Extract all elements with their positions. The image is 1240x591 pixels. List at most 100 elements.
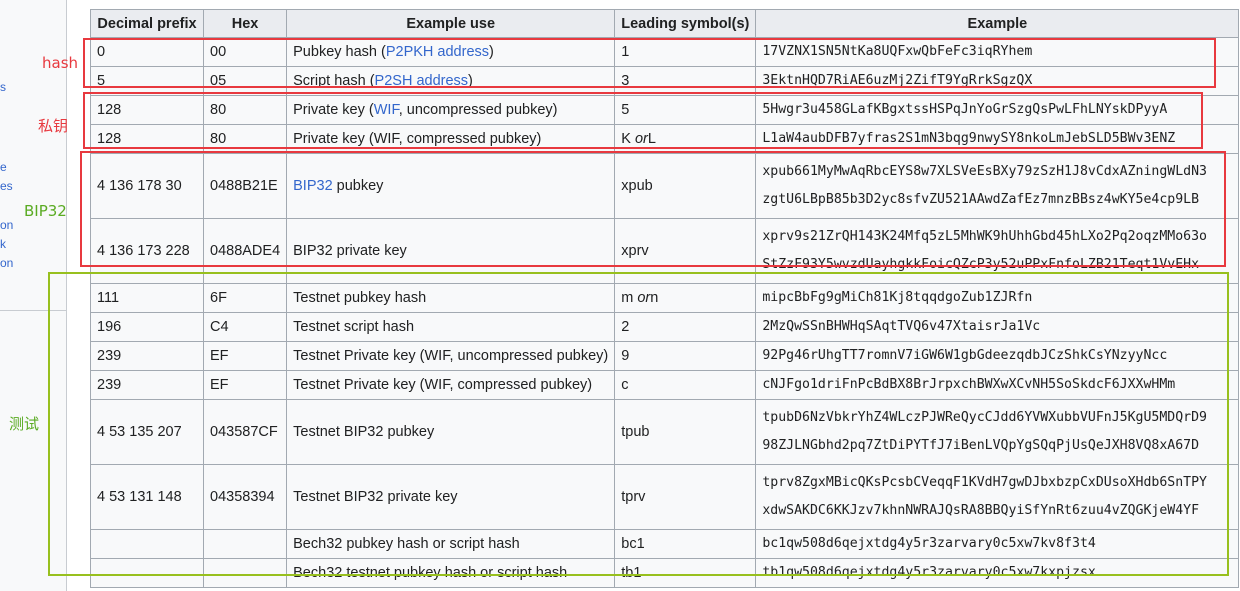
table-row: 111 6F Testnet pubkey hash m orn mipcBbFg9gM… [90, 283, 1240, 313]
header-leading-symbols: Leading symbol(s) [614, 9, 757, 38]
cell-hex: 80 [202, 95, 288, 125]
cell-example: 17VZNX1SN5NtKa8UQFxwQbFeFc3iqRYhem [755, 37, 1240, 67]
cell-hex [202, 558, 288, 588]
cell-example: L1aW4aubDFB7yfras2S1mN3bqg9nwySY8nkoLmJe… [755, 124, 1240, 154]
leading-symbol: xpub [621, 178, 653, 194]
cell-decimal-prefix: 0 [90, 37, 204, 67]
annotation-bip32: BIP32 [24, 202, 67, 220]
cell-example: tpubD6NzVbkrYhZ4WLczPJWReQycCJdd6YVWXubb… [755, 399, 1240, 465]
leading-symbol: tprv [621, 489, 646, 505]
cell-example-use: BIP32 private key [286, 218, 616, 284]
sidebar-link[interactable]: on [0, 218, 13, 232]
table-row: 4 53 131 148 04358394 Testnet BIP32 privat… [90, 464, 1240, 530]
cell-example-use: Testnet script hash [286, 312, 616, 342]
table-row: 196 C4 Testnet script hash 2 2MzQwSSnBHWHqSA… [90, 312, 1240, 342]
cell-example-use: Bech32 pubkey hash or script hash [286, 529, 616, 559]
cell-hex: 00 [202, 37, 288, 67]
cell-example: bc1qw508d6qejxtdg4y5r3zarvary0c5xw7kv8f3… [755, 529, 1240, 559]
example-value-line-1: tpubD6NzVbkrYhZ4WLczPJWReQycCJdd6YVWXubb… [762, 410, 1207, 425]
leading-symbol: c [621, 377, 629, 393]
cell-hex: 05 [202, 66, 288, 96]
example-value-line-2: StZzF93Y5wvzdUayhgkkFoicQZcP3y52uPPxFnfo… [762, 257, 1200, 272]
cell-decimal-prefix: 128 [90, 124, 204, 154]
cell-leading-symbols: tprv [614, 464, 757, 530]
leading-symbol-or: or [634, 131, 648, 147]
cell-hex: C4 [202, 312, 288, 342]
cell-hex: 04358394 [202, 464, 288, 530]
sidebar-link[interactable]: e [0, 160, 7, 174]
leading-symbol: 2 [621, 319, 630, 335]
cell-example: xprv9s21ZrQH143K24Mfq5zL5MhWK9hUhhGbd45h… [755, 218, 1240, 284]
example-use-text: Private key ( [293, 102, 374, 118]
example-use-suffix: ) [489, 44, 494, 60]
sidebar-link[interactable]: es [0, 179, 13, 193]
cell-example: tprv8ZgxMBicQKsPcsbCVeqqF1KVdH7gwDJbxbzp… [755, 464, 1240, 530]
cell-example-use: Pubkey hash (P2PKH address) [286, 37, 616, 67]
example-use-link[interactable]: WIF [374, 102, 399, 118]
cell-example: cNJFgo1driFnPcBdBX8BrJrpxchBWXwXCvNH5SoS… [755, 370, 1240, 400]
cell-example-use: Testnet BIP32 private key [286, 464, 616, 530]
annotation-private-key: 私钥 [38, 117, 69, 135]
cell-example-use: Script hash (P2SH address) [286, 66, 616, 96]
cell-decimal-prefix [90, 558, 204, 588]
sidebar: s e es on k on [0, 0, 66, 591]
table-header-row: Decimal prefix Hex Example use Leading s… [90, 9, 1240, 38]
table-row: 239 EF Testnet Private key (WIF, compresse… [90, 370, 1240, 400]
leading-symbol: bc1 [621, 536, 645, 552]
cell-example-use: Private key (WIF, compressed pubkey) [286, 124, 616, 154]
cell-decimal-prefix: 5 [90, 66, 204, 96]
example-use-text: Script hash ( [293, 73, 375, 89]
example-use-link[interactable]: BIP32 [293, 178, 333, 194]
example-value-line-2: 98ZJLNGbhd2pq7ZtDiPYTfJ7iBenLVQpYgSQqPjU… [762, 438, 1200, 453]
cell-example-use: Testnet pubkey hash [286, 283, 616, 313]
example-value-line-1: 2MzQwSSnBHWHqSAqtTVQ6v47XtaisrJa1Vc [762, 319, 1041, 334]
cell-leading-symbols: c [614, 370, 757, 400]
sidebar-link[interactable]: k [0, 237, 6, 251]
leading-symbol: tb1 [621, 565, 642, 581]
example-use-suffix: , uncompressed pubkey) [398, 102, 558, 118]
leading-symbol-alt: L [647, 131, 656, 147]
example-value-line-1: mipcBbFg9gMiCh81Kj8tqqdgoZub1ZJRfn [762, 290, 1033, 305]
example-use-text: BIP32 private key [293, 243, 407, 259]
cell-example-use: Testnet BIP32 pubkey [286, 399, 616, 465]
example-use-text: Testnet BIP32 pubkey [293, 424, 435, 440]
cell-leading-symbols: 1 [614, 37, 757, 67]
annotation-hash: hash [42, 54, 79, 72]
cell-example: 3EktnHQD7RiAE6uzMj2ZifT9YgRrkSgzQX [755, 66, 1240, 96]
example-value-line-2: xdwSAKDC6KKJzv7khnNWRAJQsRA8BBQyiSfYnRt6… [762, 503, 1200, 518]
example-value-line-1: xprv9s21ZrQH143K24Mfq5zL5MhWK9hUhhGbd45h… [762, 229, 1207, 244]
cell-hex: 0488B21E [202, 153, 288, 219]
header-decimal-prefix: Decimal prefix [90, 9, 204, 38]
cell-hex: 80 [202, 124, 288, 154]
cell-hex: 6F [202, 283, 288, 313]
leading-symbol-alt: n [650, 290, 659, 306]
header-hex: Hex [202, 9, 288, 38]
example-value-line-1: 5Hwgr3u458GLafKBgxtssHSPqJnYoGrSzgQsPwLF… [762, 102, 1168, 117]
cell-leading-symbols: 3 [614, 66, 757, 96]
example-use-link[interactable]: P2SH address [375, 73, 469, 89]
leading-symbol: 5 [621, 102, 630, 118]
cell-leading-symbols: xpub [614, 153, 757, 219]
cell-leading-symbols: tb1 [614, 558, 757, 588]
sidebar-link[interactable]: s [0, 80, 6, 94]
cell-example: xpub661MyMwAqRbcEYS8w7XLSVeEsBXy79zSzH1J… [755, 153, 1240, 219]
example-value-line-1: xpub661MyMwAqRbcEYS8w7XLSVeEsBXy79zSzH1J… [762, 164, 1207, 179]
cell-leading-symbols: K orL [614, 124, 757, 154]
example-use-suffix: ) [468, 73, 473, 89]
cell-hex [202, 529, 288, 559]
sidebar-link[interactable]: on [0, 256, 13, 270]
example-use-text: Pubkey hash ( [293, 44, 386, 60]
cell-decimal-prefix: 196 [90, 312, 204, 342]
cell-example-use: BIP32 pubkey [286, 153, 616, 219]
example-use-text: Bech32 pubkey hash or script hash [293, 536, 520, 552]
example-use-text: Bech32 testnet pubkey hash or script has… [293, 565, 568, 581]
example-use-text: Testnet pubkey hash [293, 290, 427, 306]
content-border [66, 0, 67, 591]
example-value-line-1: tb1qw508d6qejxtdg4y5r3zarvary0c5xw7kxpjz… [762, 565, 1096, 580]
cell-example: 92Pg46rUhgTT7romnV7iGW6W1gbGdeezqdbJCzSh… [755, 341, 1240, 371]
example-use-link[interactable]: P2PKH address [386, 44, 489, 60]
cell-leading-symbols: bc1 [614, 529, 757, 559]
example-value-line-1: tprv8ZgxMBicQKsPcsbCVeqqF1KVdH7gwDJbxbzp… [762, 475, 1207, 490]
cell-leading-symbols: 9 [614, 341, 757, 371]
cell-leading-symbols: 5 [614, 95, 757, 125]
